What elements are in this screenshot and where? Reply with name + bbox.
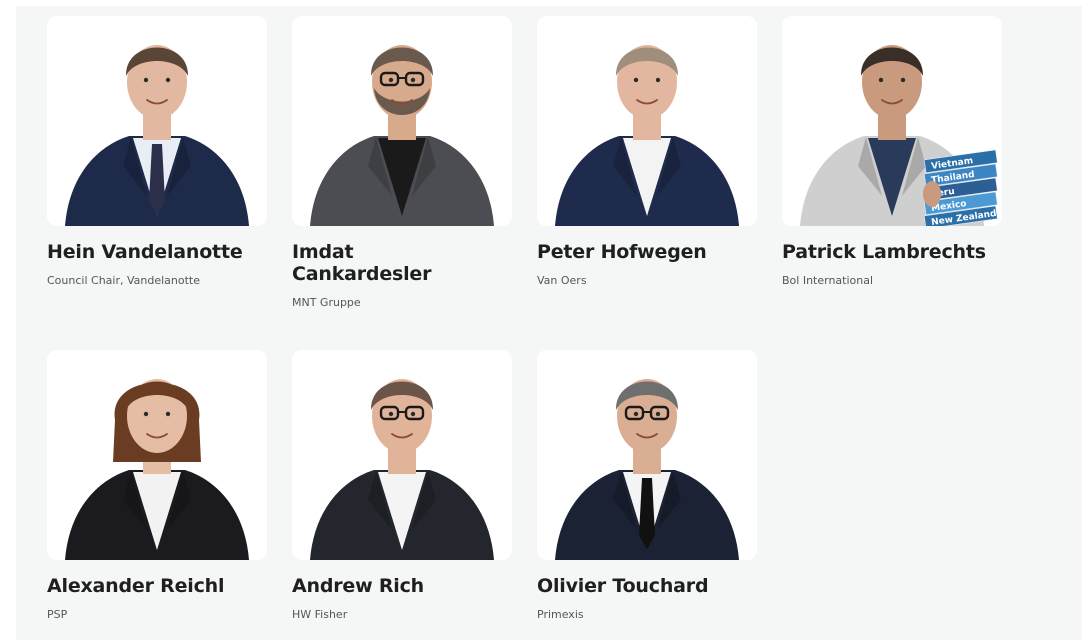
member-card[interactable]: Alexander Reichl PSP: [47, 350, 267, 621]
member-name: Imdat Cankardesler: [292, 241, 432, 285]
member-photo: [537, 350, 757, 560]
portrait-image: [310, 45, 494, 226]
member-photo: Vietnam Thailand Peru Mexico New Zealand: [782, 16, 1002, 226]
member-org: Bol International: [782, 274, 874, 287]
member-org: Primexis: [537, 608, 584, 621]
member-card[interactable]: Andrew Rich HW Fisher: [292, 350, 512, 621]
member-photo: [47, 16, 267, 226]
portrait-image: [65, 379, 249, 560]
member-card[interactable]: Olivier Touchard Primexis: [537, 350, 757, 621]
member-card[interactable]: Hein Vandelanotte Council Chair, Vandela…: [47, 16, 267, 287]
portrait-image: [555, 379, 739, 560]
member-photo: [292, 350, 512, 560]
member-org: Van Oers: [537, 274, 587, 287]
member-org: PSP: [47, 608, 68, 621]
member-name: Alexander Reichl: [47, 575, 225, 597]
member-name: Andrew Rich: [292, 575, 424, 597]
portrait-image: [65, 45, 249, 226]
member-org: MNT Gruppe: [292, 296, 361, 309]
member-name: Olivier Touchard: [537, 575, 709, 597]
portrait-image: [555, 45, 739, 226]
member-photo: [292, 16, 512, 226]
member-card[interactable]: Vietnam Thailand Peru Mexico New Zealand Pat…: [782, 16, 1002, 287]
member-name: Peter Hofwegen: [537, 241, 707, 263]
member-name: Patrick Lambrechts: [782, 241, 986, 263]
member-photo: [537, 16, 757, 226]
council-members-section: Hein Vandelanotte Council Chair, Vandela…: [16, 6, 1082, 640]
portrait-image: VietnamThailandPeruMexicoNew Zealand: [800, 45, 998, 226]
member-org: Council Chair, Vandelanotte: [47, 274, 201, 287]
portrait-image: [310, 379, 494, 560]
member-name: Hein Vandelanotte: [47, 241, 243, 263]
member-card[interactable]: Imdat Cankardesler MNT Gruppe: [292, 16, 512, 309]
member-card[interactable]: Peter Hofwegen Van Oers: [537, 16, 757, 287]
member-photo: [47, 350, 267, 560]
member-org: HW Fisher: [292, 608, 348, 621]
